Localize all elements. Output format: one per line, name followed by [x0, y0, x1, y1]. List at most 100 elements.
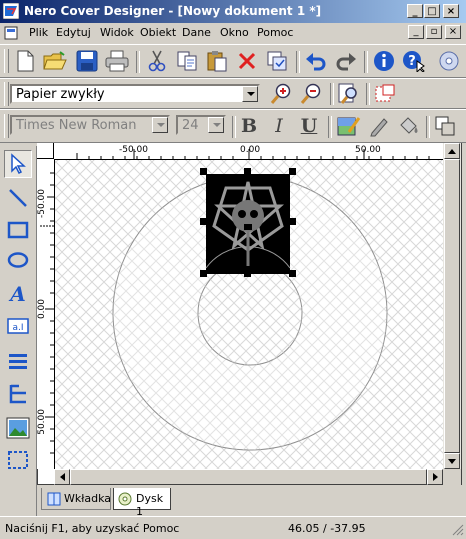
- resize-grip-icon[interactable]: [452, 524, 464, 536]
- help-pointer-icon[interactable]: ?: [401, 48, 427, 74]
- zoom-out-icon[interactable]: [298, 81, 324, 107]
- toolbar-separator: [328, 116, 332, 138]
- scroll-left-icon[interactable]: [54, 469, 70, 485]
- rectangle-tool-icon[interactable]: [4, 216, 32, 244]
- mdi-restore-button[interactable]: ▫: [426, 25, 442, 39]
- tab-wkladka[interactable]: Wkładka: [41, 488, 111, 510]
- print-icon[interactable]: [104, 48, 130, 74]
- resize-handle[interactable]: [289, 218, 296, 225]
- horizontal-scroll-thumb[interactable]: [70, 469, 427, 485]
- resize-handle[interactable]: [244, 270, 251, 277]
- pen-icon[interactable]: [366, 113, 392, 139]
- text-field-tool-icon[interactable]: a.I: [4, 312, 32, 340]
- mdi-close-button[interactable]: ×: [445, 25, 461, 39]
- arrange-icon[interactable]: [432, 113, 458, 139]
- text-tool-icon[interactable]: A: [4, 280, 32, 308]
- bold-button[interactable]: B: [236, 113, 262, 139]
- font-size-value: 24: [182, 118, 199, 133]
- list-tool-icon[interactable]: [4, 348, 32, 376]
- print-area-icon[interactable]: [372, 81, 398, 107]
- menu-dane[interactable]: Dane: [182, 26, 211, 39]
- menu-widok[interactable]: Widok: [100, 26, 134, 39]
- select-all-icon[interactable]: [264, 48, 290, 74]
- chevron-down-icon[interactable]: [208, 117, 224, 133]
- toolbar-grip[interactable]: [4, 114, 9, 138]
- menu-obiekt[interactable]: Obiekt: [140, 26, 176, 39]
- paper-toolbar: Papier zwykły: [0, 78, 466, 109]
- menu-edytuj[interactable]: Edytuj: [56, 26, 91, 39]
- scroll-up-icon[interactable]: [444, 143, 460, 159]
- status-hint: Naciśnij F1, aby uzyskać Pomoc: [5, 522, 180, 535]
- underline-button[interactable]: U: [296, 113, 322, 139]
- status-bar: Naciśnij F1, aby uzyskać Pomoc 46.05 / -…: [0, 516, 466, 539]
- resize-handle[interactable]: [244, 168, 251, 175]
- redo-icon[interactable]: [333, 48, 359, 74]
- document-menu-icon[interactable]: [4, 26, 18, 40]
- vertical-scroll-thumb[interactable]: [444, 159, 460, 453]
- minimize-button[interactable]: _: [407, 4, 423, 18]
- open-folder-icon[interactable]: [42, 48, 68, 74]
- svg-text:?: ?: [408, 54, 416, 69]
- ruler-corner: [37, 143, 54, 159]
- font-size-select[interactable]: 24: [176, 115, 226, 135]
- toolbar-separator: [296, 51, 300, 73]
- zoom-page-icon[interactable]: [336, 81, 362, 107]
- nero-app-icon[interactable]: [3, 3, 19, 19]
- horizontal-scrollbar[interactable]: [54, 469, 443, 485]
- h-ruler-label: 50.00: [355, 145, 381, 155]
- tab-dysk-1[interactable]: Dysk 1: [113, 488, 171, 518]
- toolbar-grip[interactable]: [4, 82, 9, 106]
- zoom-in-icon[interactable]: [268, 81, 294, 107]
- image-properties-icon[interactable]: [336, 113, 362, 139]
- toolbar-separator: [366, 83, 370, 105]
- undo-icon[interactable]: [303, 48, 329, 74]
- cut-icon[interactable]: [144, 48, 170, 74]
- scroll-down-icon[interactable]: [444, 453, 460, 469]
- line-tool-icon[interactable]: [4, 184, 32, 212]
- nero-disc-icon[interactable]: [436, 48, 462, 74]
- resize-handle[interactable]: [200, 218, 207, 225]
- chevron-down-icon[interactable]: [242, 86, 258, 102]
- disc-icon: [118, 492, 132, 506]
- window-title: Nero Cover Designer - [Nowy dokument 1 *…: [24, 4, 322, 18]
- toolbar-separator: [136, 51, 140, 73]
- menu-bar: Plik Edytuj Widok Obiekt Dane Okno Pomoc: [0, 23, 466, 43]
- scroll-right-icon[interactable]: [427, 469, 443, 485]
- resize-handle[interactable]: [200, 270, 207, 277]
- italic-button[interactable]: I: [266, 113, 292, 139]
- selected-image[interactable]: [200, 168, 296, 280]
- font-name-select[interactable]: Times New Roman: [10, 115, 170, 135]
- fill-bucket-icon[interactable]: [396, 113, 422, 139]
- vertical-ruler: -50.00 0.00 50.00: [37, 159, 55, 469]
- toolbar-grip[interactable]: [4, 49, 9, 73]
- format-toolbar: Times New Roman 24 B I U: [0, 109, 466, 143]
- standard-toolbar: ?: [0, 44, 466, 78]
- select-arrow-icon[interactable]: [4, 150, 32, 178]
- resize-handle[interactable]: [289, 270, 296, 277]
- info-icon[interactable]: [371, 48, 397, 74]
- copy-icon[interactable]: [174, 48, 200, 74]
- maximize-button[interactable]: □: [424, 4, 440, 18]
- new-document-icon[interactable]: [12, 48, 38, 74]
- vertical-scrollbar[interactable]: [443, 143, 461, 469]
- paste-icon[interactable]: [204, 48, 230, 74]
- resize-handle[interactable]: [289, 168, 296, 175]
- menu-pomoc[interactable]: Pomoc: [257, 26, 293, 39]
- close-button[interactable]: ×: [443, 4, 459, 18]
- chevron-down-icon[interactable]: [152, 117, 168, 133]
- image-tool-icon[interactable]: [4, 414, 32, 442]
- tree-tool-icon[interactable]: [4, 380, 32, 408]
- delete-icon[interactable]: [234, 48, 260, 74]
- resize-handle[interactable]: [200, 168, 207, 175]
- save-icon[interactable]: [74, 48, 100, 74]
- frame-tool-icon[interactable]: [4, 446, 32, 474]
- menu-okno[interactable]: Okno: [220, 26, 249, 39]
- paper-select[interactable]: Papier zwykły: [10, 84, 260, 104]
- mdi-minimize-button[interactable]: _: [408, 25, 424, 39]
- ellipse-tool-icon[interactable]: [4, 246, 32, 274]
- tools-panel: A a.I: [0, 146, 37, 516]
- svg-text:a.I: a.I: [12, 323, 23, 333]
- tab-label: Dysk 1: [136, 492, 164, 518]
- paper-select-value: Papier zwykły: [16, 87, 105, 102]
- menu-plik[interactable]: Plik: [29, 26, 48, 39]
